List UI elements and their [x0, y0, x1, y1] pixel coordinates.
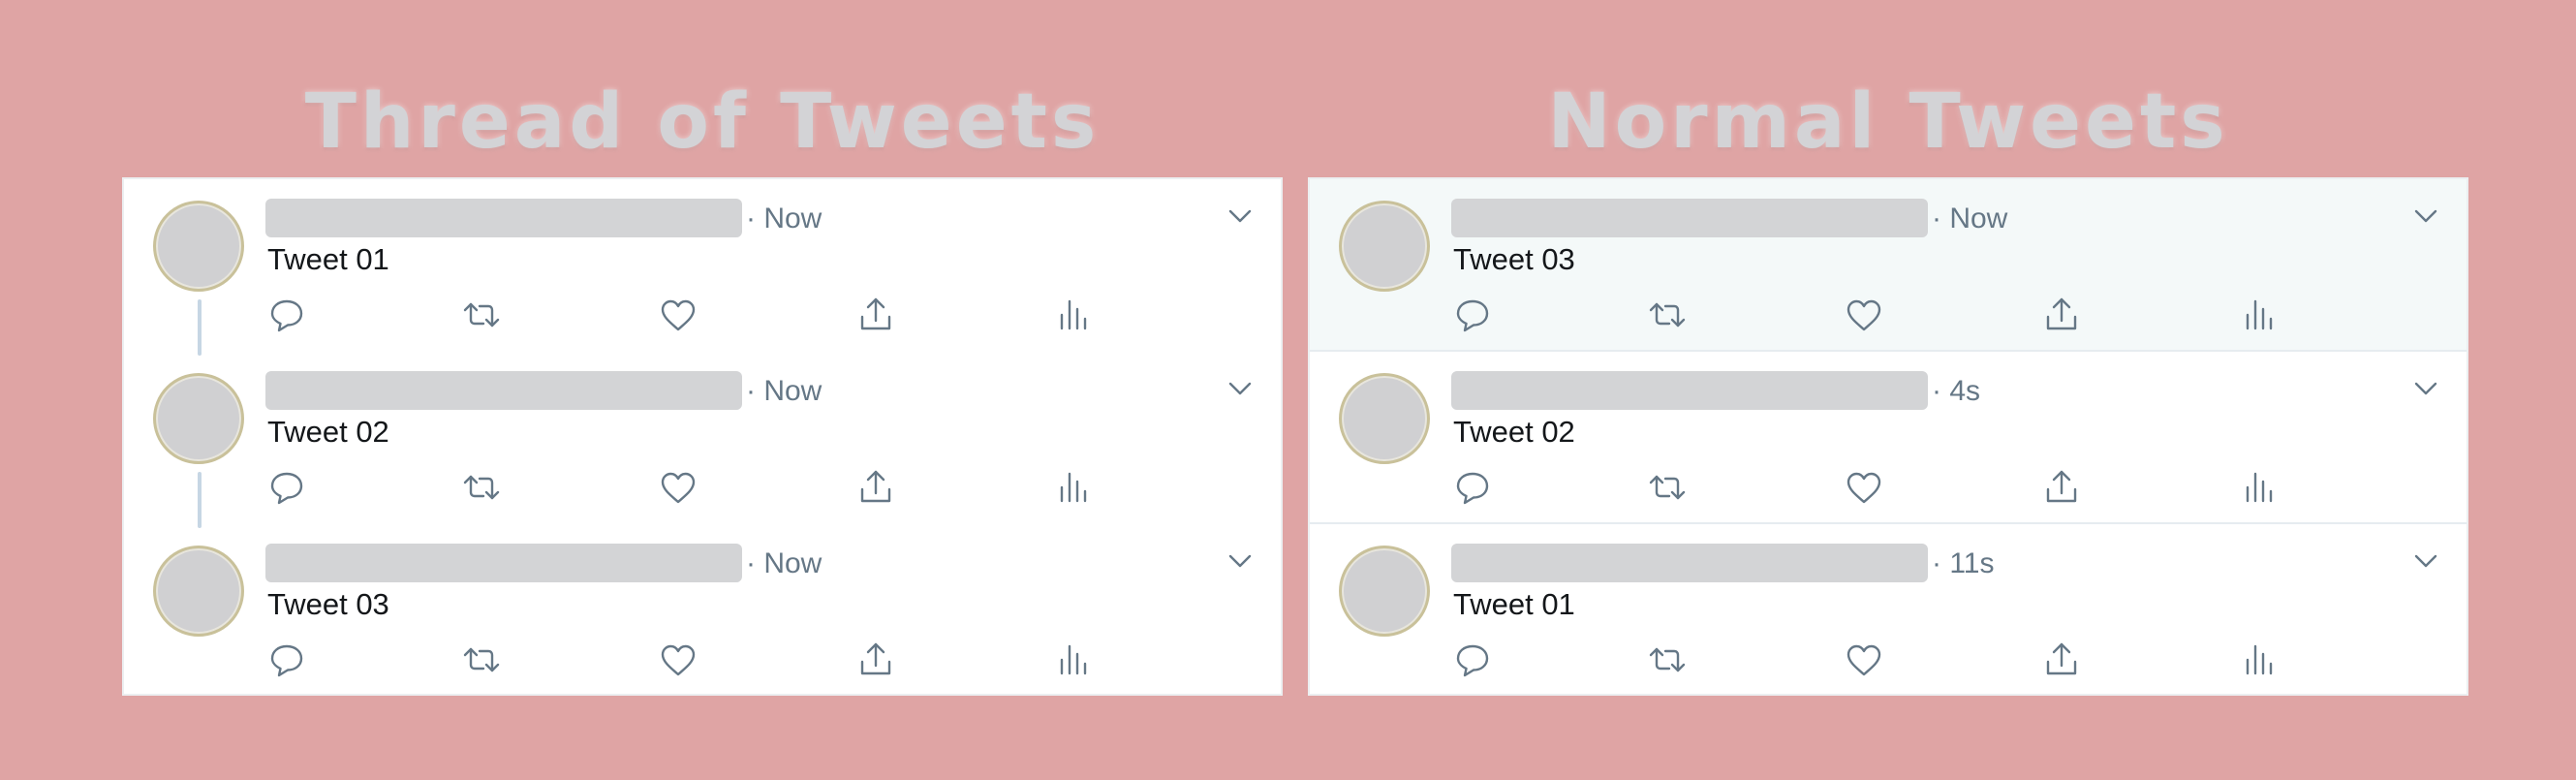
chevron-down-icon[interactable]: [2413, 206, 2438, 226]
share-icon[interactable]: [854, 639, 897, 681]
username-placeholder[interactable]: [265, 199, 742, 237]
like-icon[interactable]: [657, 294, 699, 336]
retweet-icon[interactable]: [1646, 639, 1689, 681]
share-icon[interactable]: [854, 294, 897, 336]
reply-icon[interactable]: [265, 294, 308, 336]
reply-icon[interactable]: [265, 639, 308, 681]
reply-icon[interactable]: [1451, 466, 1494, 509]
analytics-icon[interactable]: [1050, 639, 1093, 681]
tweet-text: Tweet 01: [1453, 587, 1575, 621]
timestamp[interactable]: · 11s: [1932, 544, 1994, 584]
chevron-down-icon[interactable]: [2413, 551, 2438, 571]
retweet-icon[interactable]: [1646, 294, 1689, 336]
chevron-down-icon[interactable]: [1227, 206, 1253, 226]
tweet-actions: [1451, 294, 2284, 340]
share-icon[interactable]: [2040, 294, 2083, 336]
analytics-icon[interactable]: [2236, 294, 2279, 336]
chevron-down-icon[interactable]: [2413, 379, 2438, 398]
analytics-icon[interactable]: [2236, 466, 2279, 509]
tweet-text: Tweet 02: [1453, 415, 1575, 449]
timestamp[interactable]: · 4s: [1932, 371, 1980, 412]
retweet-icon[interactable]: [460, 466, 503, 509]
share-icon[interactable]: [2040, 639, 2083, 681]
tweet-text: Tweet 03: [267, 587, 389, 621]
avatar[interactable]: [153, 373, 244, 464]
reply-icon[interactable]: [1451, 294, 1494, 336]
retweet-icon[interactable]: [460, 639, 503, 681]
retweet-icon[interactable]: [460, 294, 503, 336]
share-icon[interactable]: [854, 466, 897, 509]
tweet-actions: [265, 639, 1099, 685]
retweet-icon[interactable]: [1646, 466, 1689, 509]
avatar[interactable]: [1339, 546, 1430, 637]
timestamp[interactable]: · Now: [746, 544, 822, 584]
like-icon[interactable]: [657, 466, 699, 509]
username-placeholder[interactable]: [1451, 199, 1928, 237]
normal-panel: · Now Tweet 03 · 4s Tweet 02 · 11s Tweet…: [1308, 177, 2468, 696]
username-placeholder[interactable]: [1451, 371, 1928, 410]
analytics-icon[interactable]: [1050, 466, 1093, 509]
timestamp[interactable]: · Now: [1932, 199, 2007, 239]
chevron-down-icon[interactable]: [1227, 379, 1253, 398]
tweet[interactable]: · Now Tweet 03: [1310, 179, 2467, 352]
thread-panel: · Now Tweet 01 · Now Tweet 02 · Now Twee…: [122, 177, 1283, 696]
tweet[interactable]: · 11s Tweet 01: [1310, 524, 2467, 697]
avatar[interactable]: [1339, 373, 1430, 464]
tweet-actions: [1451, 639, 2284, 685]
thread-connector-line: [198, 472, 202, 528]
timestamp[interactable]: · Now: [746, 371, 822, 412]
tweet[interactable]: · Now Tweet 03: [124, 524, 1281, 697]
username-placeholder[interactable]: [265, 371, 742, 410]
thread-connector-line: [198, 299, 202, 356]
tweet-actions: [265, 466, 1099, 513]
like-icon[interactable]: [1843, 294, 1885, 336]
reply-icon[interactable]: [265, 466, 308, 509]
username-placeholder[interactable]: [1451, 544, 1928, 582]
avatar[interactable]: [153, 546, 244, 637]
chevron-down-icon[interactable]: [1227, 551, 1253, 571]
tweet-actions: [1451, 466, 2284, 513]
avatar[interactable]: [1339, 201, 1430, 292]
thread-of-tweets-heading: Thread of Tweets: [304, 78, 1101, 166]
tweet-text: Tweet 03: [1453, 242, 1575, 276]
tweet[interactable]: · Now Tweet 01: [124, 179, 1281, 356]
analytics-icon[interactable]: [2236, 639, 2279, 681]
like-icon[interactable]: [1843, 466, 1885, 509]
tweet[interactable]: · 4s Tweet 02: [1310, 352, 2467, 524]
tweet-actions: [265, 294, 1099, 340]
username-placeholder[interactable]: [265, 544, 742, 582]
like-icon[interactable]: [657, 639, 699, 681]
avatar[interactable]: [153, 201, 244, 292]
tweet-text: Tweet 02: [267, 415, 389, 449]
like-icon[interactable]: [1843, 639, 1885, 681]
analytics-icon[interactable]: [1050, 294, 1093, 336]
share-icon[interactable]: [2040, 466, 2083, 509]
reply-icon[interactable]: [1451, 639, 1494, 681]
timestamp[interactable]: · Now: [746, 199, 822, 239]
normal-tweets-heading: Normal Tweets: [1547, 78, 2229, 166]
tweet-text: Tweet 01: [267, 242, 389, 276]
tweet[interactable]: · Now Tweet 02: [124, 352, 1281, 528]
